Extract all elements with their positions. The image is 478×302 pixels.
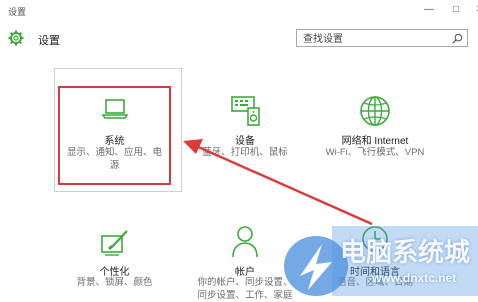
tile-personalization[interactable]: 个性化 背景、锁屏、颜色 [58, 222, 171, 296]
maximize-button[interactable]: □ [443, 2, 469, 18]
person-icon [232, 226, 258, 258]
settings-header: 设置 [0, 24, 478, 54]
tile-title: 设备 [235, 136, 255, 147]
watermark-text: 电脑系统城 [340, 237, 471, 267]
search-icon[interactable] [452, 33, 463, 44]
tile-network[interactable]: 网络和 Internet Wi-Fi、飞行模式、VPN [314, 86, 436, 185]
tile-desc-line1: 蓝牙、打印机、鼠标 [202, 147, 288, 158]
page-title: 设置 [38, 35, 60, 47]
close-button[interactable]: ✕ [467, 2, 478, 18]
globe-icon [360, 96, 390, 126]
minimize-button[interactable]: — [416, 2, 442, 18]
personalization-icon [100, 230, 128, 256]
title-bar: 设置 — □ ✕ [0, 0, 478, 22]
gear-icon [8, 30, 24, 46]
search-input[interactable] [301, 31, 445, 47]
search-box[interactable] [296, 29, 468, 47]
devices-icon [231, 96, 260, 126]
tile-desc-line1: Wi-Fi、飞行模式、VPN [325, 147, 425, 158]
tile-desc-line1: 背景、锁屏、颜色 [76, 277, 153, 288]
highlight-box [58, 86, 171, 185]
tile-devices[interactable]: 设备 蓝牙、打印机、鼠标 [186, 86, 304, 185]
tile-title: 网络和 Internet [341, 136, 409, 147]
window-title: 设置 [8, 7, 27, 17]
watermark-url: www.dnxtc.net [372, 271, 457, 285]
